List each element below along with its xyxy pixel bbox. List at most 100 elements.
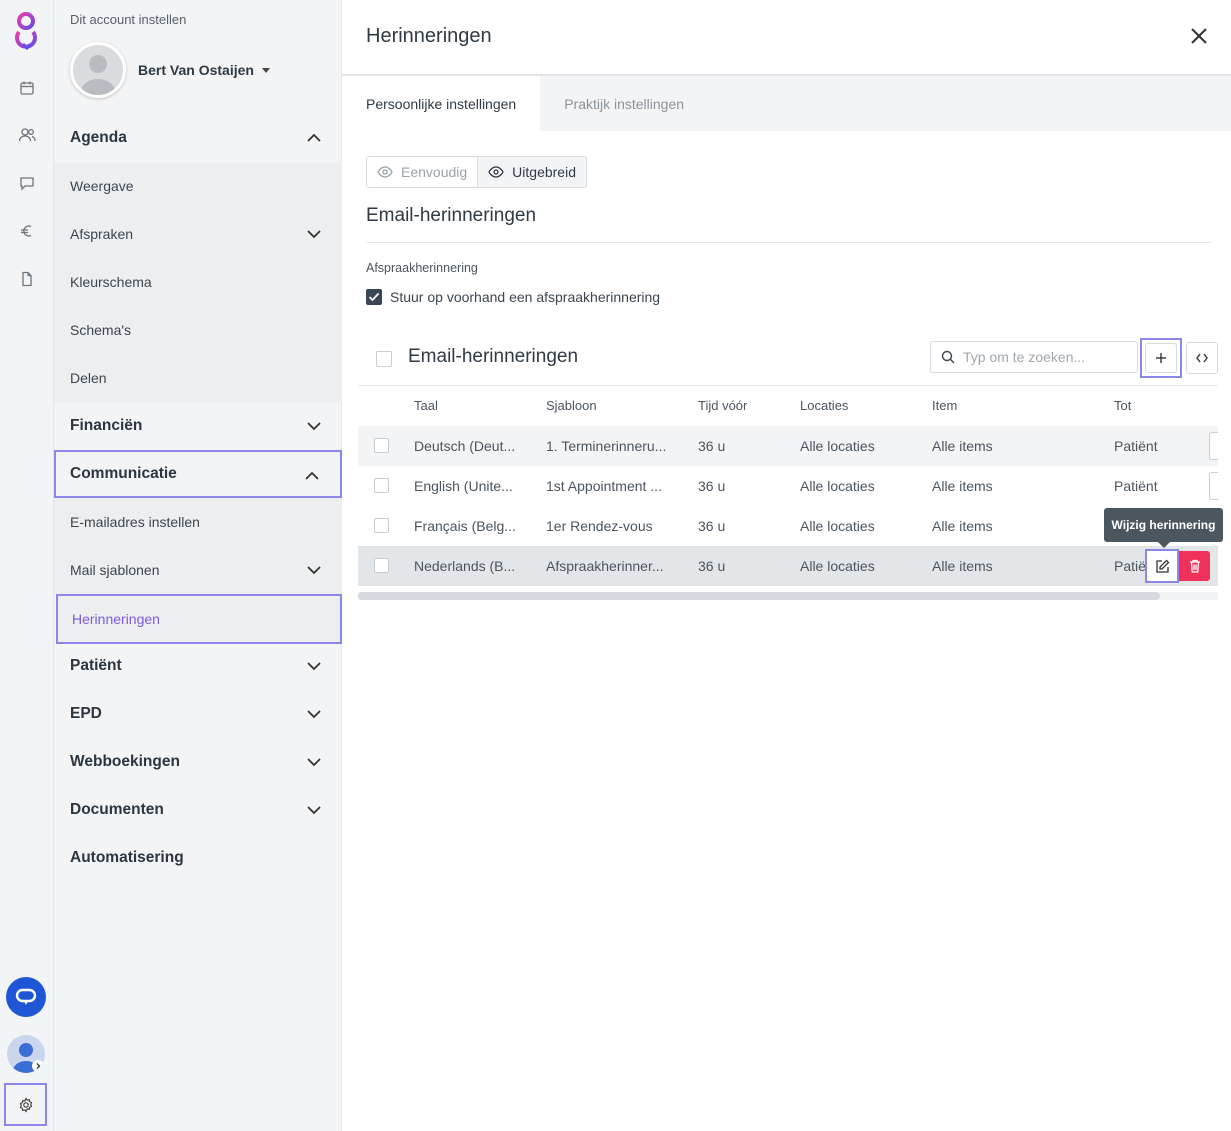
send-reminder-option[interactable]: Stuur op voorhand een afspraakherinnerin… <box>366 289 660 305</box>
users-icon[interactable] <box>15 123 39 147</box>
edit-reminder-button[interactable] <box>1145 549 1179 583</box>
row-action-button[interactable] <box>1209 432 1218 460</box>
table-row[interactable]: Nederlands (B... Afspraakherinner... 36 u A… <box>358 546 1218 586</box>
profile-avatar <box>70 42 126 98</box>
close-icon[interactable] <box>1189 26 1209 46</box>
nav-item-e-mailadres-instellen[interactable]: E-mailadres instellen <box>54 498 342 546</box>
select-all-checkbox[interactable] <box>376 351 392 367</box>
send-reminder-checkbox[interactable] <box>366 289 382 305</box>
trash-icon <box>1189 559 1200 573</box>
chevron-down-icon <box>307 758 321 767</box>
nav-item-label: EPD <box>70 705 102 722</box>
nav-item-label: E-mailadres instellen <box>70 514 200 530</box>
add-reminder-button[interactable] <box>1145 343 1177 373</box>
nav-item-label: Financiën <box>70 417 143 434</box>
cell-taal: Nederlands (B... <box>414 558 516 574</box>
nav-item-label: Delen <box>70 370 107 386</box>
nav-item-documenten[interactable]: Documenten <box>54 786 342 834</box>
nav-item-label: Communicatie <box>70 465 177 482</box>
code-view-button[interactable] <box>1186 342 1218 374</box>
cell-locaties: Alle locaties <box>800 438 875 454</box>
help-chat-button[interactable] <box>6 977 46 1017</box>
nav-item-webboekingen[interactable]: Webboekingen <box>54 738 342 786</box>
euro-icon[interactable] <box>15 219 39 243</box>
user-avatar[interactable] <box>7 1035 45 1073</box>
cell-sjabloon: 1. Terminerinneru... <box>546 438 667 454</box>
simple-view-button[interactable]: Eenvoudig <box>367 157 478 187</box>
nav-item-label: Afspraken <box>70 226 134 242</box>
code-icon <box>1196 353 1208 363</box>
nav-item-label: Webboekingen <box>70 753 180 770</box>
cell-taal: Français (Belg... <box>414 518 516 534</box>
cell-tijd: 36 u <box>698 478 726 494</box>
row-action-button[interactable] <box>1209 472 1218 500</box>
row-checkbox[interactable] <box>374 478 389 493</box>
edit-icon <box>1155 559 1169 573</box>
delete-reminder-button[interactable] <box>1179 551 1210 581</box>
calendar-icon[interactable] <box>15 76 39 100</box>
nav-item-weergave[interactable]: Weergave <box>54 162 342 210</box>
cell-locaties: Alle locaties <box>800 478 875 494</box>
settings-tabs: Persoonlijke instellingen Praktijk inste… <box>342 76 1231 131</box>
icon-rail <box>0 0 54 1131</box>
scrollbar-thumb[interactable] <box>358 592 1160 600</box>
nav-item-kleurschema[interactable]: Kleurschema <box>54 258 342 306</box>
column-header-tijd[interactable]: Tijd vóór <box>698 398 747 413</box>
column-header-sjabloon[interactable]: Sjabloon <box>546 398 597 413</box>
page-title: Herinneringen <box>366 25 492 47</box>
chevron-up-icon <box>305 471 319 480</box>
app-logo-icon[interactable] <box>9 10 45 51</box>
column-header-locaties[interactable]: Locaties <box>800 398 848 413</box>
chevron-down-icon <box>307 230 321 239</box>
nav-item-label: Agenda <box>70 129 127 146</box>
search-box[interactable] <box>930 341 1138 373</box>
tab-personal-settings[interactable]: Persoonlijke instellingen <box>342 76 541 131</box>
nav-item-schema-s[interactable]: Schema's <box>54 306 342 354</box>
nav-item-communicatie[interactable]: Communicatie <box>54 450 342 498</box>
cell-tijd: 36 u <box>698 558 726 574</box>
cell-tot: Patië <box>1114 558 1146 574</box>
caret-down-icon <box>261 67 270 73</box>
table-title: Email-herinneringen <box>408 346 579 367</box>
nav-item-agenda[interactable]: Agenda <box>54 114 342 162</box>
document-icon[interactable] <box>15 267 39 291</box>
profile-name: Bert Van Ostaijen <box>138 62 254 78</box>
column-header-taal[interactable]: Taal <box>414 398 438 413</box>
nav-item-pati-nt[interactable]: Patiënt <box>54 642 342 690</box>
settings-nav: Dit account instellen Bert Van Ostaijen … <box>54 0 342 1131</box>
nav-item-financi-n[interactable]: Financiën <box>54 402 342 450</box>
edit-tooltip: Wijzig herinnering <box>1104 508 1223 548</box>
tab-practice-settings[interactable]: Praktijk instellingen <box>540 76 708 131</box>
nav-item-automatisering[interactable]: Automatisering <box>54 834 342 882</box>
column-header-tot[interactable]: Tot <box>1114 398 1131 413</box>
nav-item-delen[interactable]: Delen <box>54 354 342 402</box>
chat-bubble-icon <box>15 988 37 1005</box>
horizontal-scrollbar[interactable] <box>358 592 1218 600</box>
send-reminder-label: Stuur op voorhand een afspraakherinnerin… <box>390 289 661 305</box>
row-checkbox[interactable] <box>374 518 389 533</box>
nav-item-mail-sjablonen[interactable]: Mail sjablonen <box>54 546 342 594</box>
settings-button[interactable] <box>4 1083 47 1126</box>
view-toggle: Eenvoudig Uitgebreid <box>366 156 587 188</box>
search-input[interactable] <box>963 349 1113 365</box>
extended-view-button[interactable]: Uitgebreid <box>477 157 586 187</box>
eye-icon <box>377 166 393 178</box>
nav-item-label: Automatisering <box>70 849 184 866</box>
chat-icon[interactable] <box>15 171 39 195</box>
profile-selector[interactable]: Bert Van Ostaijen <box>70 42 270 98</box>
cell-tot: Patiënt <box>1114 438 1158 454</box>
row-checkbox[interactable] <box>374 438 389 453</box>
row-checkbox[interactable] <box>374 558 389 573</box>
table-row[interactable]: English (Unite... 1st Appointment ... 36 u… <box>358 466 1218 506</box>
nav-item-label: Documenten <box>70 801 164 818</box>
checkmark-icon <box>368 292 380 302</box>
cell-locaties: Alle locaties <box>800 518 875 534</box>
table-row[interactable]: Deutsch (Deut... 1. Terminerinneru... 36 u… <box>358 426 1218 466</box>
add-reminder-highlight <box>1140 338 1182 378</box>
nav-item-afspraken[interactable]: Afspraken <box>54 210 342 258</box>
nav-item-label: Weergave <box>70 178 134 194</box>
table-row[interactable]: Français (Belg... 1er Rendez-vous 36 u Alle… <box>358 506 1218 546</box>
column-header-item[interactable]: Item <box>932 398 957 413</box>
nav-item-herinneringen[interactable]: Herinneringen <box>56 594 342 644</box>
nav-item-epd[interactable]: EPD <box>54 690 342 738</box>
